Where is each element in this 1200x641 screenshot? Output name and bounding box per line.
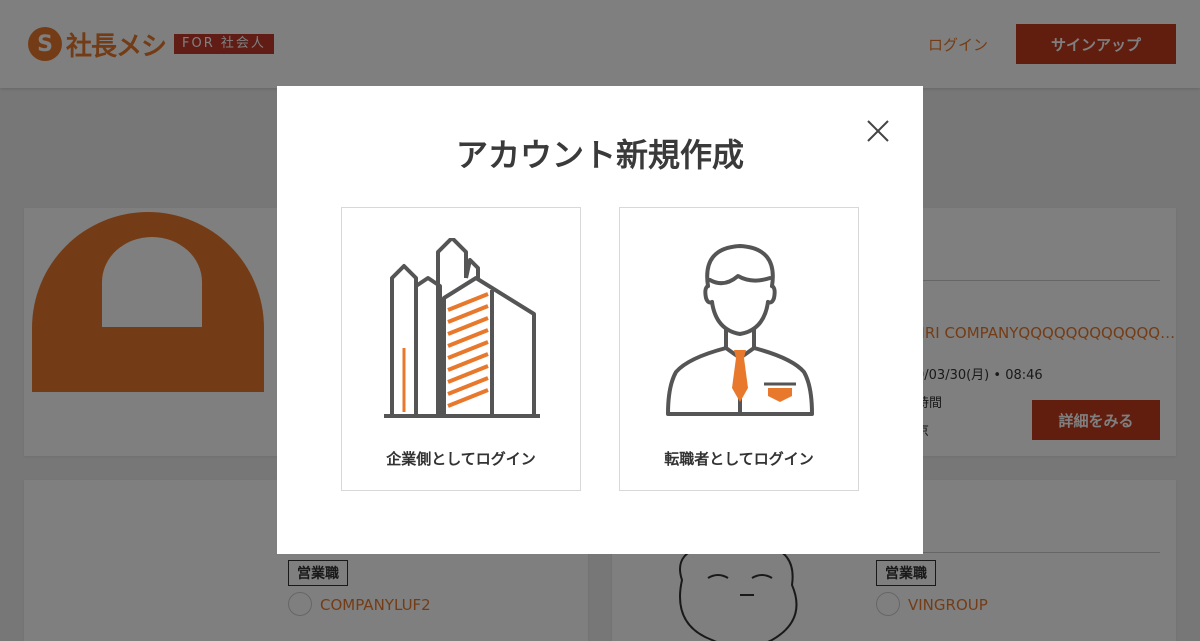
jobseeker-login-option[interactable]: 転職者としてログイン <box>619 207 859 491</box>
company-login-option[interactable]: 企業側としてログイン <box>341 207 581 491</box>
company-login-label: 企業側としてログイン <box>386 450 536 468</box>
jobseeker-login-label: 転職者としてログイン <box>664 450 814 468</box>
modal-title: アカウント新規作成 <box>455 136 744 174</box>
building-icon <box>384 238 540 418</box>
businessman-icon <box>666 244 814 416</box>
close-icon[interactable] <box>863 116 893 146</box>
signup-modal: アカウント新規作成 企業側としてログイン 転職者としてログイン <box>277 86 923 554</box>
